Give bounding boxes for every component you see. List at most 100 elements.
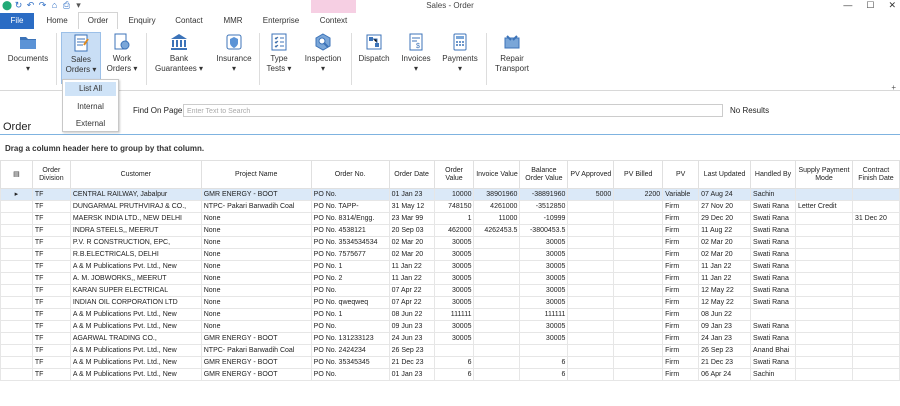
column-header[interactable]: Supply Payment Mode xyxy=(795,160,853,189)
tab-context[interactable]: Context xyxy=(311,13,356,29)
tab-contact[interactable]: Contact xyxy=(168,13,210,29)
table-cell xyxy=(795,248,853,261)
table-row[interactable]: TF MAERSK INDIA LTD., NEW DELHI None PO No.… xyxy=(0,212,900,225)
menu-item-external[interactable]: External xyxy=(63,115,118,132)
menu-item-list-all[interactable]: List All xyxy=(65,82,116,96)
table-row[interactable]: TF DUNGARMAL PRUTHVIRAJ & CO., NTPC- Pakar… xyxy=(0,200,900,213)
table-cell: GMR ENERGY - BOOT xyxy=(200,368,312,381)
bank-guarantees-button[interactable]: Bank Guarantees ▾ xyxy=(152,32,206,74)
column-chooser-icon[interactable]: ▤ xyxy=(0,160,33,189)
column-header[interactable]: Invoice Value xyxy=(473,160,521,189)
tab-enquiry[interactable]: Enquiry xyxy=(122,13,162,29)
table-cell: Firm xyxy=(662,224,700,237)
checklist-icon xyxy=(271,33,287,51)
column-header[interactable]: Handled By xyxy=(750,160,797,189)
table-row[interactable]: TF KARAN SUPER ELECTRICAL None PO No. 07 Apr… xyxy=(0,284,900,297)
table-row[interactable]: TF A & M Publications Pvt. Ltd., New None P… xyxy=(0,260,900,273)
table-cell: 30005 xyxy=(433,236,475,249)
search-input[interactable]: Enter Text to Search xyxy=(183,104,723,117)
column-header[interactable]: Contract Finish Date xyxy=(851,160,900,189)
tab-enterprise[interactable]: Enterprise xyxy=(256,13,306,29)
table-row[interactable]: TF A & M Publications Pvt. Ltd., New NTPC-… xyxy=(0,344,900,357)
type-label: Type xyxy=(270,54,288,63)
table-cell: TF xyxy=(31,284,71,297)
table-cell: 5000 xyxy=(567,188,615,201)
ribbon-pin-icon[interactable]: + xyxy=(891,83,896,92)
column-header[interactable]: PV Billed xyxy=(613,160,664,189)
svg-text:$: $ xyxy=(416,43,420,50)
close-icon[interactable]: ✕ xyxy=(888,0,896,11)
type-tests-button[interactable]: Type Tests ▾ xyxy=(263,32,295,74)
table-row[interactable]: TF INDRA STEELS,, MEERUT None PO No. 453812… xyxy=(0,224,900,237)
find-label: Find On Page xyxy=(133,106,183,115)
table-row[interactable]: TF R.B.ELECTRICALS, DELHI None PO No. 75756… xyxy=(0,248,900,261)
table-cell: 01 Jan 23 xyxy=(388,368,435,381)
table-cell: TF xyxy=(31,320,71,333)
table-cell: GMR ENERGY - BOOT xyxy=(200,332,312,345)
row-indicator xyxy=(0,344,33,357)
insurance-button[interactable]: Insurance ▾ xyxy=(212,32,256,74)
group-panel-hint[interactable]: Drag a column header here to group by th… xyxy=(5,144,204,153)
table-cell xyxy=(613,224,664,237)
table-cell: 20 Sep 03 xyxy=(388,224,435,237)
tab-mmr[interactable]: MMR xyxy=(216,13,250,29)
column-header[interactable]: Order No. xyxy=(310,160,390,189)
table-cell: 30005 xyxy=(519,260,569,273)
table-row[interactable]: TF A & M Publications Pvt. Ltd., New None P… xyxy=(0,308,900,321)
table-cell: GMR ENERGY - BOOT xyxy=(200,188,312,201)
tab-order[interactable]: Order xyxy=(78,12,118,30)
table-cell xyxy=(613,344,664,357)
maximize-icon[interactable]: ☐ xyxy=(866,0,874,11)
dispatch-button[interactable]: Dispatch xyxy=(355,32,393,64)
repair-transport-button[interactable]: Repair Transport xyxy=(491,32,533,74)
table-cell: 10000 xyxy=(433,188,475,201)
table-cell xyxy=(567,284,615,297)
table-cell: None xyxy=(200,296,312,309)
invoices-label: Invoices xyxy=(401,54,431,63)
documents-button[interactable]: Documents ▾ xyxy=(6,32,50,74)
column-header[interactable]: PV Approved xyxy=(567,160,615,189)
minimize-icon[interactable]: — xyxy=(843,0,852,11)
column-header[interactable]: Order Value xyxy=(433,160,475,189)
table-row[interactable]: TF A & M Publications Pvt. Ltd., New GMR E… xyxy=(0,356,900,369)
table-cell: None xyxy=(200,236,312,249)
table-cell xyxy=(613,368,664,381)
tab-home[interactable]: Home xyxy=(38,13,76,29)
table-cell xyxy=(795,320,853,333)
table-row[interactable]: TF A & M Publications Pvt. Ltd., New GMR E… xyxy=(0,368,900,381)
table-row[interactable]: TF A & M Publications Pvt. Ltd., New None P… xyxy=(0,320,900,333)
column-header[interactable]: Customer xyxy=(69,160,202,189)
inspection-button[interactable]: Inspection ▾ xyxy=(301,32,345,74)
table-cell: Firm xyxy=(662,272,700,285)
table-cell: 6 xyxy=(433,368,475,381)
table-cell: 11 Jan 22 xyxy=(698,260,752,273)
table-row[interactable]: TF INDIAN OIL CORPORATION LTD None PO No. q… xyxy=(0,296,900,309)
table-row[interactable]: TF AGARWAL TRADING CO., GMR ENERGY - BOOT P… xyxy=(0,332,900,345)
invoices-button[interactable]: $ Invoices ▾ xyxy=(398,32,434,74)
column-header[interactable]: Project Name xyxy=(200,160,312,189)
row-indicator xyxy=(0,272,33,285)
column-header[interactable]: Order Division xyxy=(31,160,71,189)
table-cell: A & M Publications Pvt. Ltd., New xyxy=(69,320,202,333)
table-row[interactable]: TF P.V. R CONSTRUCTION, EPC, None PO No. 35… xyxy=(0,236,900,249)
table-cell: TF xyxy=(31,236,71,249)
table-cell: 30005 xyxy=(433,320,475,333)
menu-item-internal[interactable]: Internal xyxy=(63,98,118,115)
sales-orders-button[interactable]: Sales Orders ▾ xyxy=(61,32,101,84)
table-cell xyxy=(433,344,475,357)
table-cell: 26 Sep 23 xyxy=(388,344,435,357)
column-header[interactable]: Balance Order Value xyxy=(519,160,569,189)
table-row[interactable]: ▸ TF CENTRAL RAILWAY, Jabalpur GMR ENERGY -… xyxy=(0,188,900,201)
table-cell: Firm xyxy=(662,344,700,357)
work-orders-button[interactable]: Work Orders ▾ xyxy=(103,32,141,74)
tab-file[interactable]: File xyxy=(0,13,34,29)
table-cell: 29 Dec 20 xyxy=(698,212,752,225)
column-header[interactable]: Order Date xyxy=(388,160,435,189)
table-cell: A & M Publications Pvt. Ltd., New xyxy=(69,344,202,357)
table-row[interactable]: TF A. M. JOBWORKS,, MEERUT None PO No. 2 11 … xyxy=(0,272,900,285)
row-indicator xyxy=(0,320,33,333)
table-cell xyxy=(851,320,900,333)
column-header[interactable]: Last Updated xyxy=(698,160,752,189)
payments-button[interactable]: Payments ▾ xyxy=(440,32,480,74)
column-header[interactable]: PV xyxy=(662,160,700,189)
